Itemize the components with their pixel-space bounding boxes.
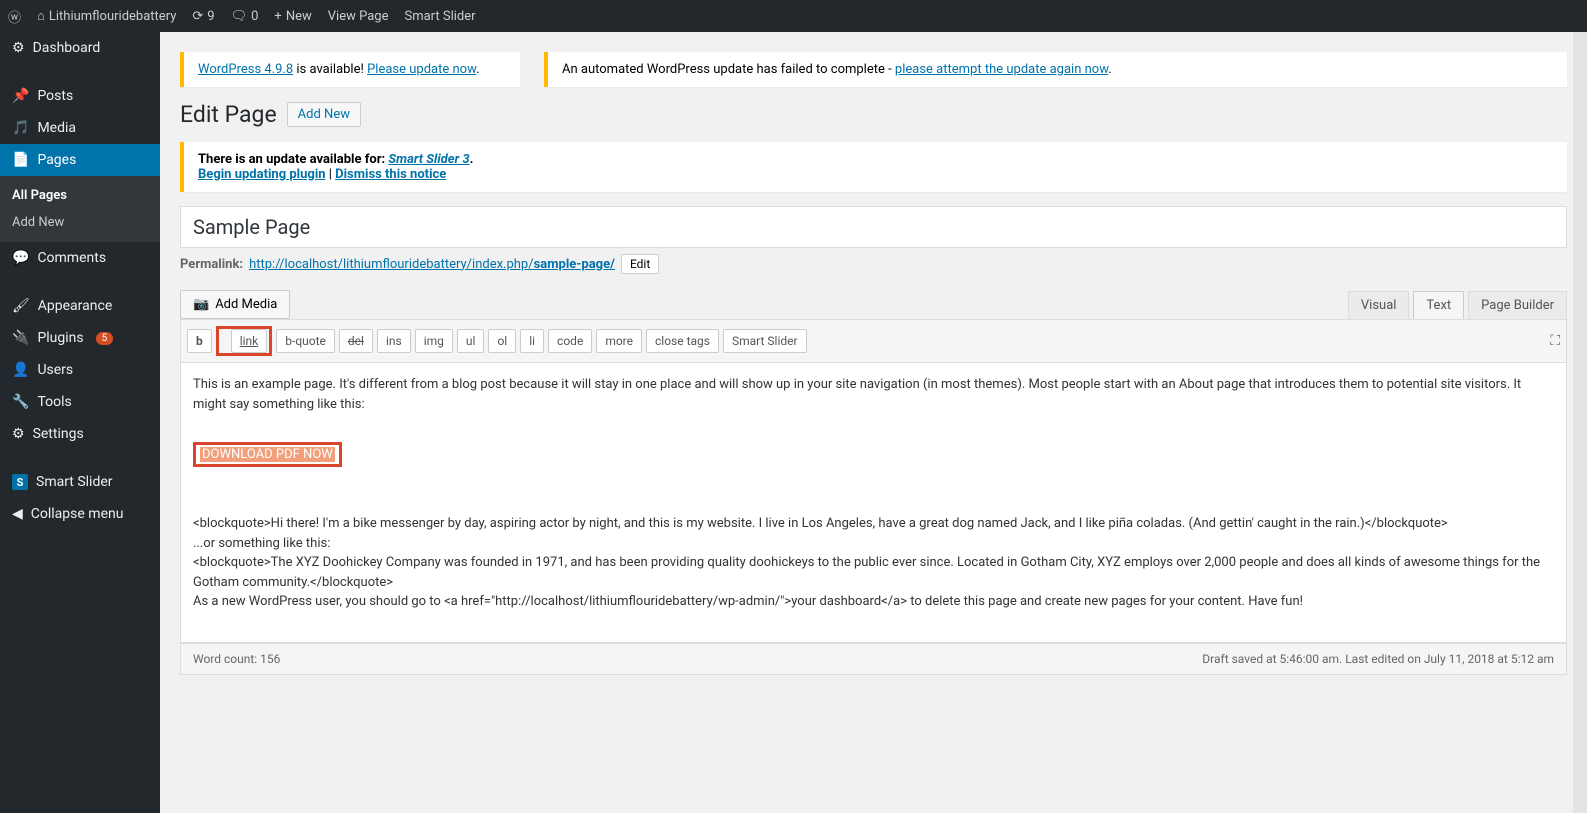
updates-link[interactable]: ⟳ 9 — [192, 9, 214, 24]
sliders-icon: ⚙ — [12, 426, 25, 442]
tab-page-builder[interactable]: Page Builder — [1468, 291, 1567, 319]
wp-logo-icon[interactable]: ⓦ — [8, 7, 21, 26]
btn-smart-slider[interactable]: Smart Slider — [723, 329, 807, 353]
add-new-button[interactable]: Add New — [287, 102, 361, 127]
wp-version-link[interactable]: WordPress 4.9.8 — [198, 62, 293, 77]
plug-icon: 🔌 — [12, 330, 29, 346]
permalink-url[interactable]: http://localhost/lithiumflouridebattery/… — [249, 257, 615, 272]
page-icon: 📄 — [12, 152, 29, 168]
btn-code[interactable]: code — [548, 329, 592, 353]
menu-posts[interactable]: 📌Posts — [0, 80, 160, 112]
link-highlight: link — [216, 326, 273, 356]
edit-permalink-button[interactable]: Edit — [621, 254, 659, 274]
pages-submenu: All Pages Add New — [0, 176, 160, 242]
comment-icon: 💬 — [12, 250, 29, 266]
btn-more[interactable]: more — [596, 329, 642, 353]
download-highlight: DOWNLOAD PDF NOW — [193, 442, 342, 468]
collapse-icon: ◀ — [12, 506, 23, 522]
user-icon: 👤 — [12, 362, 29, 378]
smart-slider-icon: S — [12, 474, 28, 490]
menu-tools[interactable]: 🔧Tools — [0, 386, 160, 418]
brush-icon: 🖌 — [12, 298, 30, 314]
main-content: WordPress 4.9.8 is available! Please upd… — [160, 32, 1587, 813]
editor-textarea[interactable]: This is an example page. It's different … — [180, 363, 1567, 643]
menu-appearance[interactable]: 🖌Appearance — [0, 290, 160, 322]
dashboard-icon: ⚙ — [12, 40, 25, 56]
media-icon: 🎵 — [12, 120, 29, 136]
btn-bquote[interactable]: b-quote — [276, 329, 335, 353]
dismiss-notice-link[interactable]: Dismiss this notice — [335, 167, 446, 182]
fullscreen-icon[interactable]: ⛶ — [1550, 333, 1560, 349]
menu-smart-slider[interactable]: SSmart Slider — [0, 466, 160, 498]
wp-update-now-link[interactable]: Please update now — [367, 62, 476, 77]
btn-img[interactable]: img — [415, 329, 453, 353]
save-status-label: Draft saved at 5:46:00 am. Last edited o… — [1202, 652, 1554, 666]
page-title: Edit Page — [180, 101, 277, 128]
plugins-badge: 5 — [96, 332, 114, 345]
collapse-menu[interactable]: ◀Collapse menu — [0, 498, 160, 530]
menu-plugins[interactable]: 🔌Plugins5 — [0, 322, 160, 354]
btn-link[interactable]: link — [231, 329, 268, 353]
view-page-link[interactable]: View Page — [328, 9, 389, 24]
btn-bold[interactable]: b — [187, 329, 212, 353]
smart-slider-link[interactable]: Smart Slider — [404, 9, 475, 24]
menu-settings[interactable]: ⚙Settings — [0, 418, 160, 450]
tab-visual[interactable]: Visual — [1348, 291, 1410, 319]
pin-icon: 📌 — [12, 88, 29, 104]
btn-ol[interactable]: ol — [488, 329, 516, 353]
menu-users[interactable]: 👤Users — [0, 354, 160, 386]
begin-updating-link[interactable]: Begin updating plugin — [198, 167, 326, 182]
admin-topbar: ⓦ ⌂ Lithiumflouridebattery ⟳ 9 🗨 0 + New… — [0, 0, 1587, 32]
editor-tabs: Visual Text Page Builder — [1344, 291, 1567, 319]
site-link[interactable]: ⌂ Lithiumflouridebattery — [37, 8, 176, 24]
submenu-add-new[interactable]: Add New — [0, 209, 160, 236]
btn-del[interactable]: del — [339, 329, 373, 353]
new-link[interactable]: + New — [274, 9, 311, 24]
btn-ins[interactable]: ins — [377, 329, 411, 353]
comments-link[interactable]: 🗨 0 — [231, 9, 259, 24]
scrollbar-track[interactable] — [1573, 32, 1587, 813]
tab-text[interactable]: Text — [1413, 291, 1464, 319]
post-title-input[interactable] — [180, 206, 1567, 248]
menu-media[interactable]: 🎵Media — [0, 112, 160, 144]
editor-toolbar: b link b-quote del ins img ul ol li code… — [180, 319, 1567, 363]
admin-sidebar: ⚙Dashboard 📌Posts 🎵Media 📄Pages All Page… — [0, 32, 160, 813]
editor-footer: Word count: 156 Draft saved at 5:46:00 a… — [180, 643, 1567, 675]
permalink-row: Permalink: http://localhost/lithiumflour… — [180, 254, 1567, 274]
attempt-update-link[interactable]: please attempt the update again now — [895, 62, 1108, 77]
btn-ul[interactable]: ul — [457, 329, 485, 353]
plugin-update-notice: There is an update available for: Smart … — [180, 142, 1567, 192]
word-count-label: Word count: 156 — [193, 652, 280, 666]
menu-comments[interactable]: 💬Comments — [0, 242, 160, 274]
wrench-icon: 🔧 — [12, 394, 29, 410]
btn-li[interactable]: li — [520, 329, 544, 353]
auto-update-failed-notice: An automated WordPress update has failed… — [544, 52, 1567, 87]
menu-dashboard[interactable]: ⚙Dashboard — [0, 32, 160, 64]
smart-slider-update-link[interactable]: Smart Slider 3 — [388, 152, 469, 167]
add-media-button[interactable]: 📷Add Media — [180, 290, 290, 319]
camera-icon: 📷 — [193, 297, 209, 312]
btn-close-tags[interactable]: close tags — [646, 329, 719, 353]
submenu-all-pages[interactable]: All Pages — [0, 182, 160, 209]
wp-update-notice: WordPress 4.9.8 is available! Please upd… — [180, 52, 520, 87]
menu-pages[interactable]: 📄Pages — [0, 144, 160, 176]
